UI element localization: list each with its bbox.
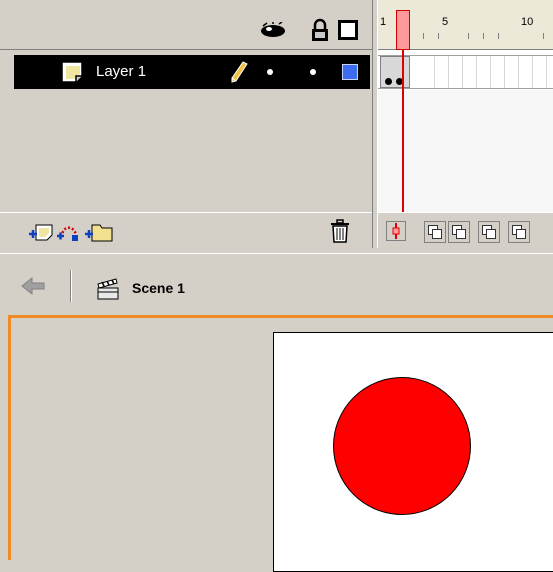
timeline-layer-panel: Layer 1 [0,0,372,248]
ruler-tick [423,33,424,39]
ruler-label-1: 1 [380,16,387,28]
eye-icon[interactable] [260,22,286,38]
ruler-tick [543,33,544,39]
scene-name[interactable]: Scene 1 [132,280,185,296]
stage-workspace[interactable] [8,315,553,572]
frame-cell[interactable] [506,56,519,88]
add-layer-icon[interactable] [28,221,54,243]
edit-multiple-frames-button[interactable] [478,221,500,243]
frames-empty-area [378,90,553,212]
layer-row-layer-1[interactable]: Layer 1 [14,55,370,89]
modify-onion-markers-button[interactable] [508,221,530,243]
back-arrow-icon[interactable] [20,276,46,296]
lock-icon[interactable] [310,18,330,42]
onion-skin-button[interactable] [424,221,446,243]
frame-cell[interactable] [464,56,477,88]
ruler-tick [468,33,469,39]
frame-cell[interactable] [492,56,505,88]
layer-outline-color-swatch[interactable] [342,64,358,80]
frame-toolbar [378,212,553,248]
add-guide-layer-icon[interactable] [56,221,80,243]
layer-lock-dot[interactable] [310,69,316,75]
edit-bar-separator [70,270,72,302]
playhead-line [402,50,404,212]
layer-list-empty-area [14,89,370,211]
frame-cell[interactable] [520,56,533,88]
clapperboard-icon [97,278,119,300]
red-circle-shape[interactable] [333,377,471,515]
frame-cell[interactable] [436,56,449,88]
layer-name[interactable]: Layer 1 [96,63,146,80]
playhead[interactable] [396,10,410,50]
frame-cell[interactable] [478,56,491,88]
frame-cell[interactable] [422,56,435,88]
frame-row-layer-1[interactable] [378,55,553,89]
keyframe-dot [385,78,392,85]
ruler-tick [483,33,484,39]
ruler-tick [438,33,439,39]
outline-icon[interactable] [338,20,358,40]
layer-page-icon [61,61,83,83]
layer-visibility-dot[interactable] [267,69,273,75]
edit-bar: Scene 1 [0,253,553,313]
ruler-label-5: 5 [442,16,449,28]
ruler-tick [498,33,499,39]
frame-cell[interactable] [450,56,463,88]
ruler-label-10: 10 [521,16,534,28]
layer-header [0,0,372,50]
trash-icon[interactable] [330,219,350,243]
timeline-frames-panel: 1 5 10 [378,0,553,248]
add-folder-icon[interactable] [84,219,114,243]
frame-cell[interactable] [534,56,547,88]
center-frame-icon[interactable] [386,221,406,241]
onion-skin-outlines-button[interactable] [448,221,470,243]
keyframe-span[interactable] [380,56,410,88]
layer-toolbar [0,212,372,248]
pencil-icon[interactable] [230,61,248,83]
stage-canvas[interactable] [273,332,553,572]
